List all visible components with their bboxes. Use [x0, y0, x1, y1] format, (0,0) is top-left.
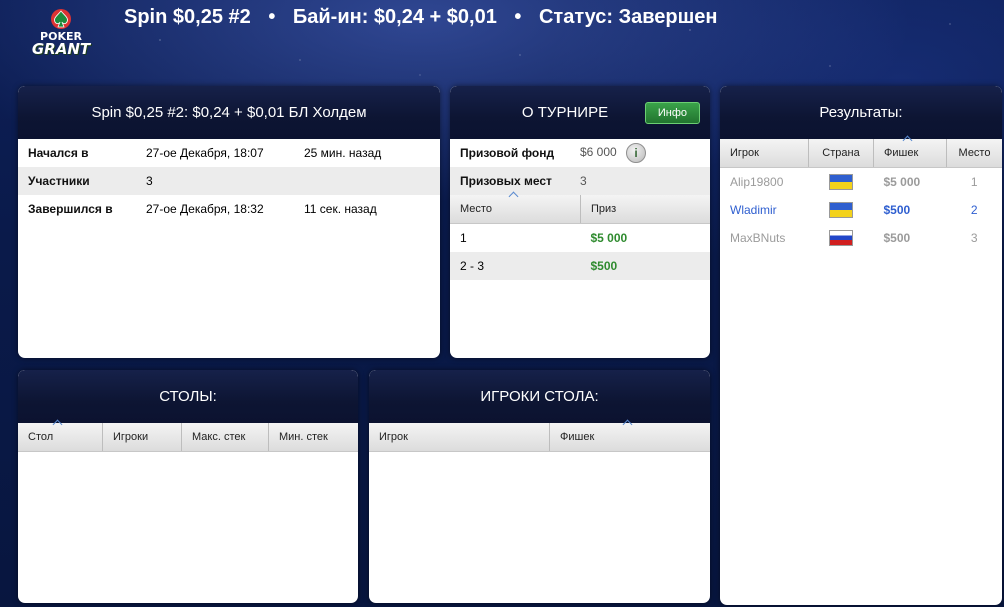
panel-title: СТОЛЫ: [18, 370, 358, 423]
panel-title: Spin $0,25 #2: $0,24 + $0,01 БЛ Холдем [18, 86, 440, 139]
table-row[interactable]: 2 - 3 $500 [450, 251, 710, 280]
prize-place: 1 [460, 230, 467, 245]
column-label: Фишек [884, 146, 919, 159]
column-header-min-stack[interactable]: Мин. стек [268, 423, 358, 452]
spade-logo-icon [51, 9, 71, 29]
player-place: 2 [970, 202, 978, 217]
info-ago: 11 сек. назад [304, 202, 377, 216]
info-value: 3 [136, 167, 294, 195]
table-header: Игрок Страна Фишек Место [720, 135, 1002, 168]
prize-places-label: Призовых мест [450, 167, 570, 195]
separator: • [268, 6, 276, 28]
player-place: 3 [970, 230, 978, 245]
player-chips: $500 [883, 202, 911, 217]
ua-flag-icon [829, 173, 853, 190]
player-chips: $5 000 [883, 174, 921, 189]
prize-pool-label: Призовой фонд [460, 146, 555, 160]
table-row[interactable]: Wladimir $500 2 [720, 196, 1002, 224]
panel-title: Результаты: [720, 86, 1002, 139]
about-title: О ТУРНИРЕ [521, 104, 609, 121]
country-cell [809, 196, 874, 224]
prize-places-row: Призовых мест 3 [450, 167, 710, 195]
info-ago [294, 167, 440, 195]
prize-pool-value: $6 000 [580, 145, 617, 160]
column-header-chips[interactable]: Фишек [873, 135, 947, 168]
player-place: 1 [970, 174, 978, 189]
status-text: Статус: Завершен [538, 6, 718, 28]
panel-title: ИГРОКИ СТОЛА: [369, 370, 710, 423]
info-row-participants: Участники 3 [18, 167, 440, 195]
prize-places-value: 3 [570, 167, 710, 195]
tournament-info-table: Начался в 27-ое Декабря, 18:07 25 мин. н… [18, 139, 440, 223]
prize-amount: $5 000 [590, 230, 628, 245]
column-label: Место [460, 202, 492, 215]
results-panel: Результаты: Игрок Страна Фишек Место Ali… [720, 86, 1002, 605]
prize-summary-table: Призовой фонд $6 000 i Призовых мест 3 [450, 139, 710, 195]
prize-pool-row: Призовой фонд $6 000 i [450, 139, 710, 167]
prize-distribution-table: Место Приз 1 $5 000 2 - 3 $500 [450, 191, 710, 280]
player-name[interactable]: MaxBNuts [720, 224, 809, 252]
tables-list: Стол Игроки Макс. стек Мин. стек [18, 419, 358, 452]
tournament-info-panel: Spin $0,25 #2: $0,24 + $0,01 БЛ Холдем Н… [18, 86, 440, 358]
info-row-started: Начался в 27-ое Декабря, 18:07 25 мин. н… [18, 139, 440, 167]
info-row-finished: Завершился в 27-ое Декабря, 18:32 11 сек… [18, 195, 440, 223]
column-header-max-stack[interactable]: Макс. стек [181, 423, 269, 452]
poker-grant-logo[interactable]: POKER GRANT [18, 8, 104, 68]
results-table: Игрок Страна Фишек Место Alip19800 $5 00… [720, 135, 1002, 252]
column-header-players[interactable]: Игроки [102, 423, 182, 452]
country-cell [809, 224, 874, 252]
logo-text-grant: GRANT [31, 40, 91, 58]
buyin-text: Бай-ин: $0,24 + $0,01 [292, 6, 497, 28]
table-players-panel: ИГРОКИ СТОЛА: Игрок Фишек [369, 370, 710, 603]
prize-place: 2 - 3 [450, 251, 581, 280]
column-header-prize[interactable]: Приз [580, 195, 710, 224]
prize-amount: $500 [580, 251, 710, 280]
panel-title: О ТУРНИРЕ Инфо [450, 86, 710, 139]
player-name[interactable]: Wladimir [720, 196, 809, 224]
column-header-table[interactable]: Стол [18, 419, 103, 452]
info-icon[interactable]: i [626, 143, 647, 163]
info-label: Участники [18, 167, 136, 195]
tables-panel: СТОЛЫ: Стол Игроки Макс. стек Мин. стек [18, 370, 358, 603]
column-header-place[interactable]: Место [946, 139, 1002, 168]
player-name[interactable]: Alip19800 [720, 167, 809, 196]
info-date: 27-ое Декабря, 18:32 [146, 202, 264, 216]
column-header-chips[interactable]: Фишек [549, 419, 710, 452]
info-date: 27-ое Декабря, 18:07 [146, 146, 264, 160]
column-header-country[interactable]: Страна [808, 139, 874, 168]
about-tournament-panel: О ТУРНИРЕ Инфо Призовой фонд $6 000 i Пр… [450, 86, 710, 358]
prize-pool-cell: $6 000 i [570, 139, 710, 167]
table-players-list: Игрок Фишек [369, 419, 710, 452]
tournament-name: Spin $0,25 #2 [124, 6, 251, 28]
table-row[interactable]: MaxBNuts $500 3 [720, 224, 1002, 252]
ua-flag-icon [829, 201, 853, 218]
info-button[interactable]: Инфо [644, 102, 700, 124]
ru-flag-icon [829, 229, 853, 246]
table-row[interactable]: Alip19800 $5 000 1 [720, 167, 1002, 196]
column-header-player[interactable]: Игрок [720, 139, 809, 168]
table-header: Место Приз [450, 191, 710, 224]
country-cell [809, 167, 874, 196]
column-label: Стол [28, 430, 54, 443]
column-header-player[interactable]: Игрок [369, 423, 550, 452]
column-label: Фишек [560, 430, 595, 443]
info-ago: 25 мин. назад [304, 146, 382, 160]
info-label: Завершился в [28, 202, 113, 216]
table-row[interactable]: 1 $5 000 [450, 223, 710, 252]
column-header-place[interactable]: Место [450, 191, 581, 224]
info-label: Начался в [28, 146, 89, 160]
table-header: Игрок Фишек [369, 419, 710, 452]
table-header: Стол Игроки Макс. стек Мин. стек [18, 419, 358, 452]
player-chips: $500 [883, 230, 911, 245]
tournament-headline: Spin $0,25 #2 • Бай-ин: $0,24 + $0,01 • … [124, 6, 717, 29]
separator: • [514, 6, 522, 28]
